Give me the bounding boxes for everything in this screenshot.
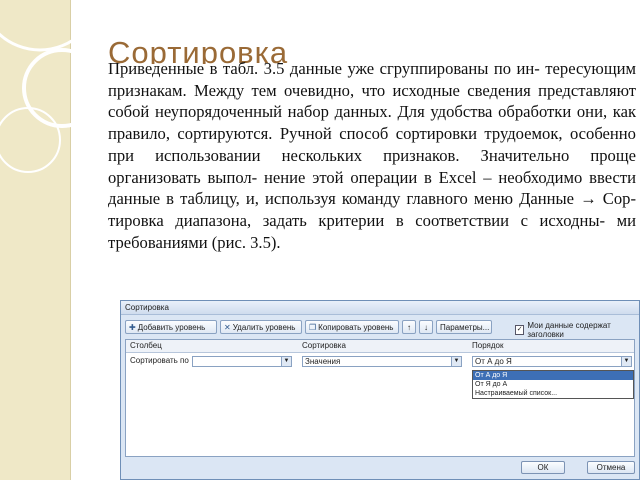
parameters-label: Параметры... bbox=[440, 322, 490, 332]
move-down-button[interactable]: ↓ bbox=[419, 320, 433, 334]
add-icon: ✚ bbox=[129, 322, 136, 332]
column-header: Столбец bbox=[130, 341, 162, 350]
paragraph-line: таблицу, и, используя команду главного м… bbox=[180, 189, 636, 209]
add-level-label: Добавить уровень bbox=[137, 322, 206, 332]
order-option[interactable]: Настраиваемый список... bbox=[473, 389, 633, 398]
cancel-button[interactable]: Отмена bbox=[587, 461, 635, 474]
grid-header: Столбец Сортировка Порядок bbox=[126, 340, 634, 353]
delete-icon: ✕ bbox=[224, 322, 231, 332]
headers-checkbox-wrap[interactable]: ✓ Мои данные содержат заголовки bbox=[515, 321, 639, 339]
delete-level-button[interactable]: ✕ Удалить уровень bbox=[220, 320, 302, 334]
column-select[interactable]: ▼ bbox=[192, 356, 292, 367]
headers-checkbox[interactable]: ✓ bbox=[515, 325, 525, 335]
sort-on-value: Значения bbox=[305, 357, 341, 366]
dialog-toolbar: ✚ Добавить уровень ✕ Удалить уровень ❐ К… bbox=[125, 319, 492, 335]
chevron-down-icon[interactable]: ▼ bbox=[621, 357, 631, 366]
sort-header: Сортировка bbox=[302, 341, 346, 350]
sort-dialog: Сортировка ✚ Добавить уровень ✕ Удалить … bbox=[120, 300, 640, 480]
copy-icon: ❐ bbox=[309, 322, 317, 332]
arrow-up-icon: ↑ bbox=[407, 322, 411, 332]
ok-button[interactable]: ОК bbox=[521, 461, 565, 474]
add-level-button[interactable]: ✚ Добавить уровень bbox=[125, 320, 217, 334]
order-header: Порядок bbox=[472, 341, 504, 350]
paragraph-line: тировка диапазона, задать критерии в соо… bbox=[108, 210, 606, 230]
order-option[interactable]: От А до Я bbox=[473, 371, 633, 380]
slide-paragraph: Приведенные в табл. 3.5 данные уже сгруп… bbox=[108, 58, 636, 253]
sort-on-select[interactable]: Значения ▼ bbox=[302, 356, 462, 367]
copy-level-label: Копировать уровень bbox=[318, 322, 394, 332]
parameters-button[interactable]: Параметры... bbox=[436, 320, 492, 334]
chevron-down-icon[interactable]: ▼ bbox=[451, 357, 461, 366]
copy-level-button[interactable]: ❐ Копировать уровень bbox=[305, 320, 399, 334]
chevron-down-icon[interactable]: ▼ bbox=[281, 357, 291, 366]
order-select[interactable]: От А до Я ▼ bbox=[472, 356, 632, 367]
order-dropdown-list: От А до Я От Я до А Настраиваемый список… bbox=[472, 370, 634, 399]
delete-level-label: Удалить уровень bbox=[232, 322, 296, 332]
dialog-title: Сортировка bbox=[121, 301, 639, 315]
paragraph-line: Приведенные в табл. 3.5 данные уже сгруп… bbox=[108, 59, 540, 78]
arrow-down-icon: ↓ bbox=[424, 322, 428, 332]
sort-levels-grid: Столбец Сортировка Порядок Сортировать п… bbox=[125, 339, 635, 457]
order-option[interactable]: От Я до А bbox=[473, 380, 633, 389]
move-up-button[interactable]: ↑ bbox=[402, 320, 416, 334]
sort-by-label: Сортировать по bbox=[130, 356, 189, 365]
order-value: От А до Я bbox=[475, 357, 512, 366]
headers-checkbox-label: Мои данные содержат заголовки bbox=[527, 321, 611, 339]
